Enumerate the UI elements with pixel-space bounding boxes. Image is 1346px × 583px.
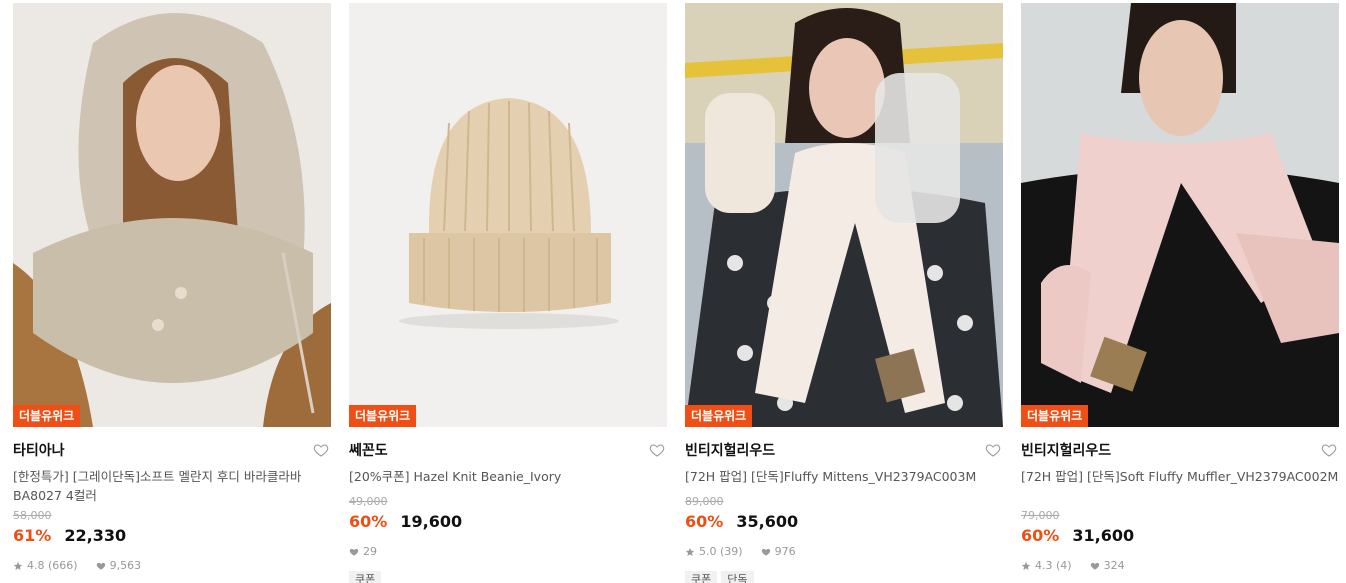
star-icon xyxy=(13,561,23,570)
product-title[interactable]: [20%쿠폰] Hazel Knit Beanie_Ivory xyxy=(349,467,667,486)
product-title[interactable]: [72H 팝업] [단독]Fluffy Mittens_VH2379AC003M xyxy=(685,467,1003,486)
heart-outline-icon[interactable] xyxy=(985,442,1001,458)
product-image[interactable]: 더블유위크 xyxy=(685,3,1003,427)
original-price: 58,000 xyxy=(13,509,52,522)
brand-name[interactable]: 타티아나 xyxy=(13,441,331,461)
discount-rate: 60% xyxy=(1021,526,1060,545)
product-card[interactable]: 더블유위크 빈티지헐리우드 [72H 팝업] [단독]Soft Fluffy M… xyxy=(1021,3,1339,573)
coupon-tag: 쿠폰 xyxy=(685,571,718,583)
promo-badge: 더블유위크 xyxy=(1021,405,1089,427)
sale-price: 22,330 xyxy=(64,526,127,545)
product-title[interactable]: [72H 팝업] [단독]Soft Fluffy Muffler_VH2379A… xyxy=(1021,467,1339,505)
heart-outline-icon[interactable] xyxy=(1321,442,1337,458)
heart-outline-icon[interactable] xyxy=(313,442,329,458)
likes-count: 324 xyxy=(1103,559,1125,572)
rating-text: 4.8 (666) xyxy=(27,559,78,572)
sale-price: 31,600 xyxy=(1072,526,1135,545)
discount-rate: 60% xyxy=(685,512,724,531)
rating-text: 5.0 (39) xyxy=(699,545,743,558)
rating-text: 4.3 (4) xyxy=(1035,559,1072,572)
likes-count: 9,563 xyxy=(109,559,142,572)
sale-price: 35,600 xyxy=(736,512,799,531)
product-grid: 더블유위크 타티아나 [한정특가] [그레이단독]소프트 멜란지 후디 바라클라… xyxy=(0,0,1346,583)
heart-filled-icon xyxy=(96,562,105,570)
sale-price: 19,600 xyxy=(400,512,463,531)
coupon-tag: 쿠폰 xyxy=(349,571,382,583)
product-title[interactable]: [한정특가] [그레이단독]소프트 멜란지 후디 바라클라바 BA8027 4컬… xyxy=(13,467,331,505)
product-image[interactable]: 더블유위크 xyxy=(349,3,667,427)
exclusive-tag: 단독 xyxy=(721,571,754,583)
heart-filled-icon xyxy=(761,548,770,556)
discount-rate: 60% xyxy=(349,512,388,531)
discount-rate: 61% xyxy=(13,526,52,545)
promo-badge: 더블유위크 xyxy=(13,405,81,427)
promo-badge: 더블유위크 xyxy=(349,405,417,427)
product-card[interactable]: 더블유위크 타티아나 [한정특가] [그레이단독]소프트 멜란지 후디 바라클라… xyxy=(13,3,331,573)
product-card[interactable]: 더블유위크 빈티지헐리우드 [72H 팝업] [단독]Fluffy Mitten… xyxy=(685,3,1003,583)
original-price: 49,000 xyxy=(349,495,388,508)
likes-count: 976 xyxy=(774,545,796,558)
likes-count: 29 xyxy=(363,545,377,558)
promo-badge: 더블유위크 xyxy=(685,405,753,427)
product-image[interactable]: 더블유위크 xyxy=(1021,3,1339,427)
brand-name[interactable]: 쎄꼰도 xyxy=(349,441,667,461)
star-icon xyxy=(1021,561,1031,570)
brand-name[interactable]: 빈티지헐리우드 xyxy=(685,441,1003,461)
star-icon xyxy=(685,547,695,556)
product-image[interactable]: 더블유위크 xyxy=(13,3,331,427)
original-price: 89,000 xyxy=(685,495,724,508)
heart-outline-icon[interactable] xyxy=(649,442,665,458)
original-price: 79,000 xyxy=(1021,509,1060,522)
heart-filled-icon xyxy=(349,548,359,556)
brand-name[interactable]: 빈티지헐리우드 xyxy=(1021,441,1339,461)
heart-filled-icon xyxy=(1090,562,1099,570)
product-card[interactable]: 더블유위크 쎄꼰도 [20%쿠폰] Hazel Knit Beanie_Ivor… xyxy=(349,3,667,583)
